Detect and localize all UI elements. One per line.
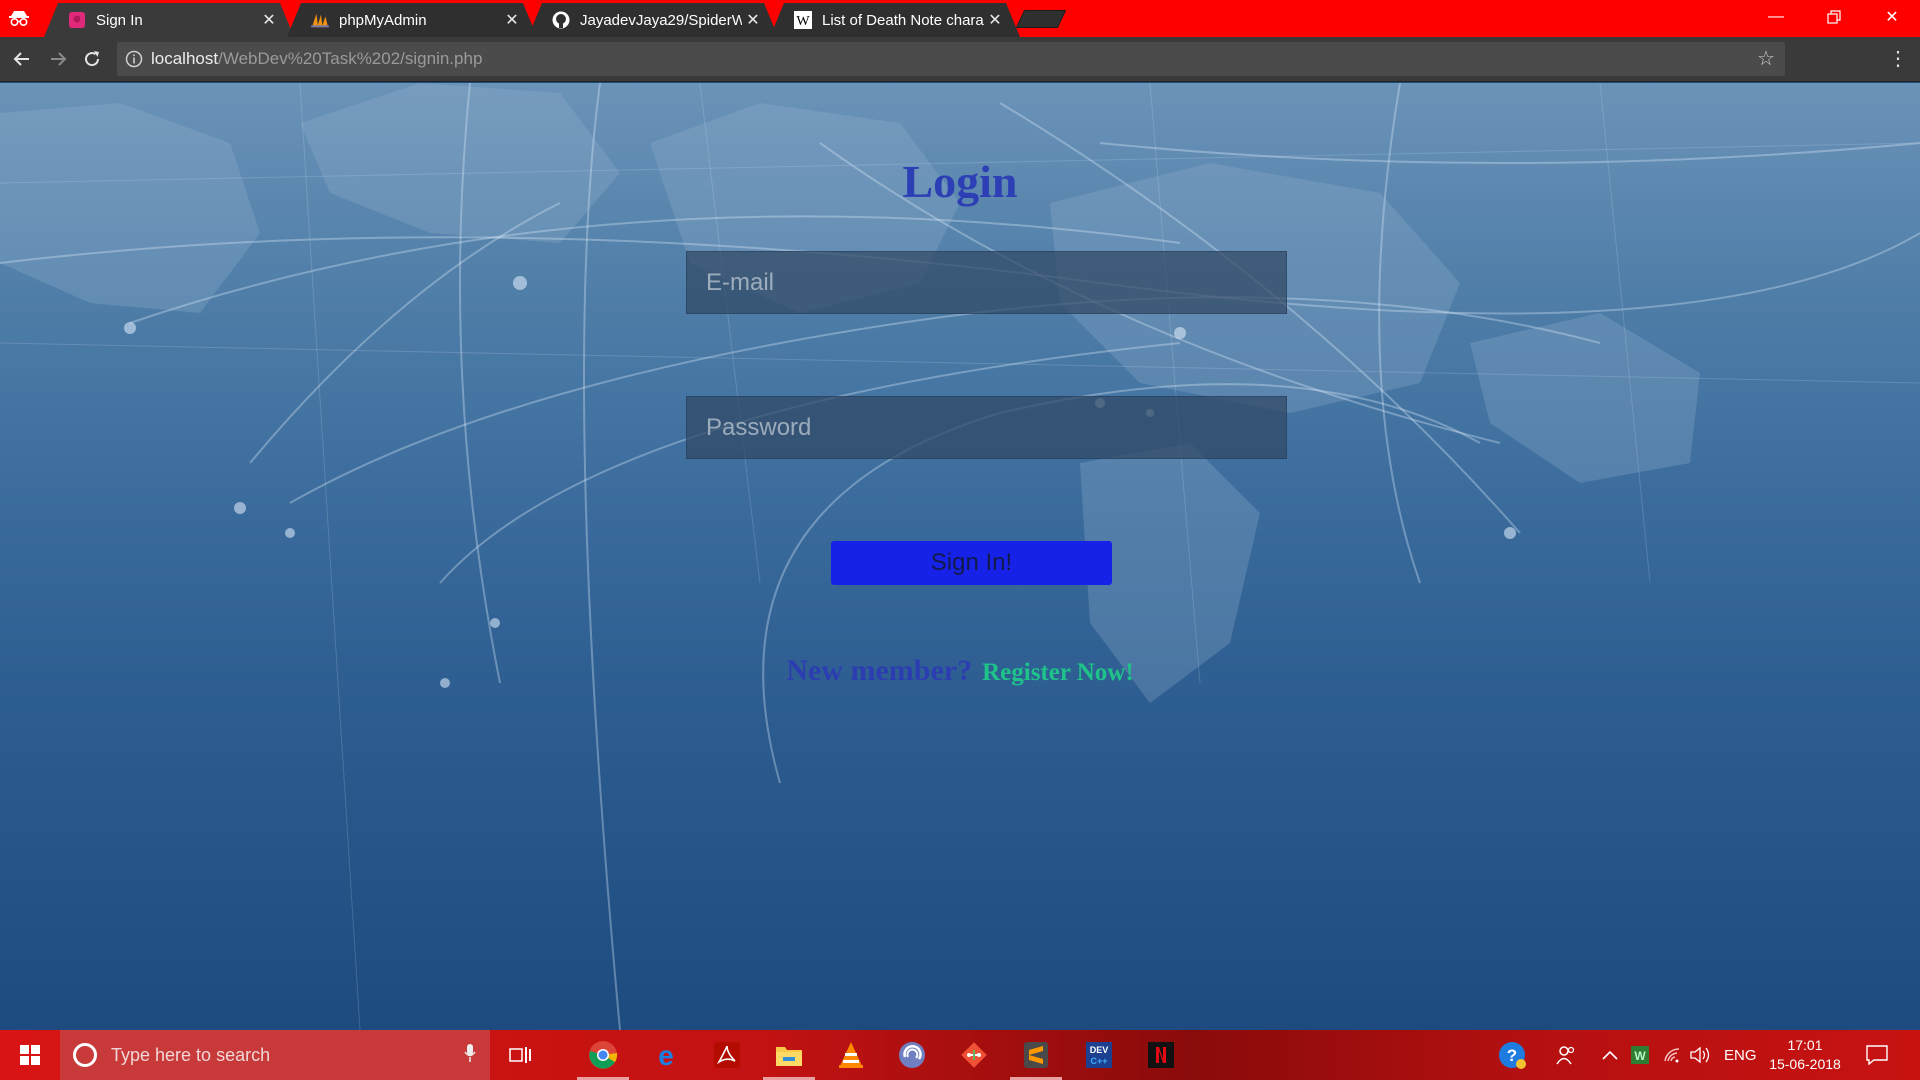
browser-menu-icon[interactable]: ⋮: [1886, 46, 1910, 72]
close-tab-icon[interactable]: ✕: [258, 10, 280, 30]
acrobat-icon[interactable]: [707, 1037, 747, 1073]
new-tab-button[interactable]: [1015, 10, 1067, 28]
windows-start-icon[interactable]: [0, 1030, 60, 1080]
windows-taskbar: Type here to search e DEV C++ ? W ENG 17…: [0, 1030, 1920, 1080]
register-prompt: New member? Register Now!: [0, 654, 1920, 688]
wifi-icon[interactable]: [1663, 1030, 1681, 1080]
site-info-icon[interactable]: [125, 50, 143, 68]
email-field[interactable]: [686, 251, 1287, 314]
vlc-icon[interactable]: [831, 1037, 871, 1073]
sign-in-button[interactable]: Sign In!: [831, 541, 1112, 585]
edge-icon[interactable]: e: [646, 1037, 686, 1073]
register-link[interactable]: Register Now!: [982, 659, 1134, 686]
people-icon[interactable]: [1556, 1030, 1576, 1080]
svg-text:?: ?: [1507, 1046, 1517, 1065]
close-window-icon[interactable]: ✕: [1864, 0, 1920, 34]
file-explorer-icon[interactable]: [763, 1037, 815, 1080]
netflix-icon[interactable]: [1141, 1037, 1181, 1073]
language-indicator[interactable]: ENG: [1724, 1030, 1757, 1080]
minimize-icon[interactable]: —: [1748, 0, 1804, 34]
close-tab-icon[interactable]: ✕: [984, 10, 1006, 30]
tab-github[interactable]: JayadevJaya29/SpiderWe ✕: [528, 3, 778, 37]
bookmark-star-icon[interactable]: ☆: [1755, 48, 1777, 70]
git-icon[interactable]: [954, 1037, 994, 1073]
close-tab-icon[interactable]: ✕: [501, 10, 523, 30]
svg-text:W: W: [796, 14, 810, 29]
tab-phpmyadmin[interactable]: phpMyAdmin ✕: [287, 3, 537, 37]
help-icon[interactable]: ?: [1497, 1030, 1527, 1080]
close-tab-icon[interactable]: ✕: [742, 10, 764, 30]
new-member-text: New member?: [786, 654, 973, 687]
github-favicon-icon: [552, 11, 570, 29]
svg-text:W: W: [1634, 1049, 1646, 1063]
tab-wikipedia[interactable]: W List of Death Note charac ✕: [770, 3, 1020, 37]
url-path: /WebDev%20Task%202/signin.php: [218, 49, 483, 68]
restore-icon[interactable]: [1806, 0, 1862, 34]
incognito-icon[interactable]: [8, 7, 30, 29]
address-bar[interactable]: localhost/WebDev%20Task%202/signin.php ☆: [117, 42, 1785, 76]
url-text: localhost/WebDev%20Task%202/signin.php: [151, 49, 482, 69]
system-clock[interactable]: 17:01 15-06-2018: [1765, 1036, 1845, 1074]
volume-icon[interactable]: [1690, 1030, 1712, 1080]
back-arrow-icon[interactable]: [8, 45, 36, 73]
password-field[interactable]: [686, 396, 1287, 459]
forward-arrow-icon[interactable]: [44, 45, 72, 73]
action-center-icon[interactable]: [1866, 1030, 1888, 1080]
chrome-icon[interactable]: [577, 1037, 629, 1080]
tab-title: phpMyAdmin: [339, 11, 427, 29]
tab-title: JayadevJaya29/SpiderWe: [580, 11, 742, 29]
app-tray-icon[interactable]: W: [1630, 1030, 1650, 1080]
microphone-icon[interactable]: [450, 1043, 490, 1068]
signin-favicon-icon: [68, 11, 86, 29]
url-host: localhost: [151, 49, 219, 68]
tab-title: Sign In: [96, 11, 143, 29]
sublime-text-icon[interactable]: [1010, 1037, 1062, 1080]
search-placeholder: Type here to search: [111, 1044, 271, 1065]
browser-tabstrip: Sign In ✕ phpMyAdmin ✕ JayadevJaya29/Spi…: [0, 0, 1920, 37]
phpmyadmin-favicon-icon: [311, 11, 329, 29]
page-content: Login Sign In! New member? Register Now!: [0, 83, 1920, 1030]
chevron-up-icon[interactable]: [1602, 1030, 1618, 1080]
taskbar-search-box[interactable]: Type here to search: [60, 1030, 490, 1080]
cortana-icon: [73, 1043, 97, 1067]
browser-toolbar: localhost/WebDev%20Task%202/signin.php ☆: [0, 37, 1920, 82]
tab-title: List of Death Note charac: [822, 11, 984, 29]
dev-cpp-icon[interactable]: DEV C++: [1079, 1037, 1119, 1073]
wikipedia-favicon-icon: W: [794, 11, 812, 29]
clock-time: 17:01: [1787, 1037, 1823, 1053]
bittorrent-icon[interactable]: [892, 1037, 932, 1073]
svg-text:e: e: [658, 1041, 674, 1069]
task-view-icon[interactable]: [500, 1037, 540, 1073]
svg-text:C++: C++: [1090, 1056, 1107, 1066]
page-title: Login: [902, 156, 1018, 207]
clock-date: 15-06-2018: [1769, 1056, 1841, 1072]
svg-text:DEV: DEV: [1090, 1045, 1109, 1055]
tab-sign-in[interactable]: Sign In ✕: [44, 3, 294, 37]
reload-icon[interactable]: [78, 45, 106, 73]
